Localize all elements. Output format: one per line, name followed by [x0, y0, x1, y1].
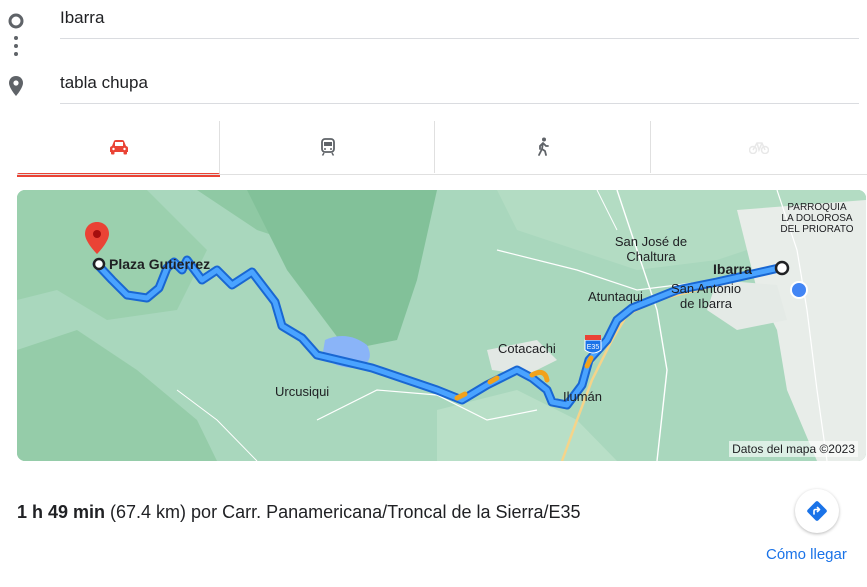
- origin-circle-icon: [8, 13, 24, 29]
- map-label-cotacachi: Cotacachi: [498, 341, 556, 356]
- origin-input[interactable]: Ibarra: [60, 6, 859, 39]
- travel-mode-tabs: [17, 121, 867, 177]
- map-canvas: E35 Plaza Gutierrez PARROQUIA LA DOLOROS…: [17, 190, 866, 461]
- car-icon: [109, 140, 128, 155]
- destination-row: tabla chupa: [0, 65, 867, 105]
- destination-pin-icon: [9, 76, 23, 96]
- origin-row: Ibarra: [0, 0, 867, 40]
- route-dots-icon: [14, 36, 18, 66]
- map-label-iluman: Ilumán: [563, 389, 602, 404]
- tabs-divider: [17, 174, 867, 175]
- directions-link[interactable]: Cómo llegar: [766, 546, 847, 563]
- bicycle-icon: [749, 142, 769, 154]
- map-label-urcusiqui: Urcusiqui: [275, 384, 329, 399]
- map-label-san-antonio-1: San Antonio: [671, 281, 741, 296]
- map-label-ibarra: Ibarra: [713, 261, 752, 277]
- destination-input[interactable]: tabla chupa: [60, 71, 859, 104]
- walking-icon: [538, 137, 549, 156]
- route-map[interactable]: E35 Plaza Gutierrez PARROQUIA LA DOLOROS…: [17, 190, 866, 461]
- map-label-parroquia-3: DEL PRIORATO: [780, 224, 853, 235]
- map-label-san-jose-1: San José de: [615, 234, 687, 249]
- map-label-plaza: Plaza Gutierrez: [109, 256, 210, 272]
- map-label-san-jose-2: Chaltura: [626, 249, 676, 264]
- directions-icon: [807, 501, 827, 521]
- route-details: (67.4 km) por Carr. Panamericana/Troncal…: [105, 502, 581, 522]
- map-label-shield: E35: [587, 344, 600, 351]
- tab-cycling[interactable]: [651, 121, 867, 173]
- route-duration: 1 h 49 min: [17, 502, 106, 522]
- map-attribution[interactable]: Datos del mapa ©2023: [729, 441, 858, 457]
- map-label-atuntaqui: Atuntaqui: [588, 289, 643, 304]
- train-icon: [320, 138, 335, 156]
- e35-shield-icon: E35: [584, 335, 602, 354]
- route-summary: 1 h 49 min (67.4 km) por Carr. Panameric…: [17, 496, 667, 528]
- tab-walking[interactable]: [435, 121, 651, 173]
- map-label-san-antonio-2: de Ibarra: [680, 296, 733, 311]
- map-label-parroquia-1: PARROQUIA: [787, 202, 847, 213]
- tab-transit[interactable]: [220, 121, 435, 173]
- directions-button[interactable]: [795, 489, 839, 533]
- map-label-parroquia-2: LA DOLOROSA: [781, 213, 852, 224]
- tab-driving[interactable]: [17, 121, 220, 177]
